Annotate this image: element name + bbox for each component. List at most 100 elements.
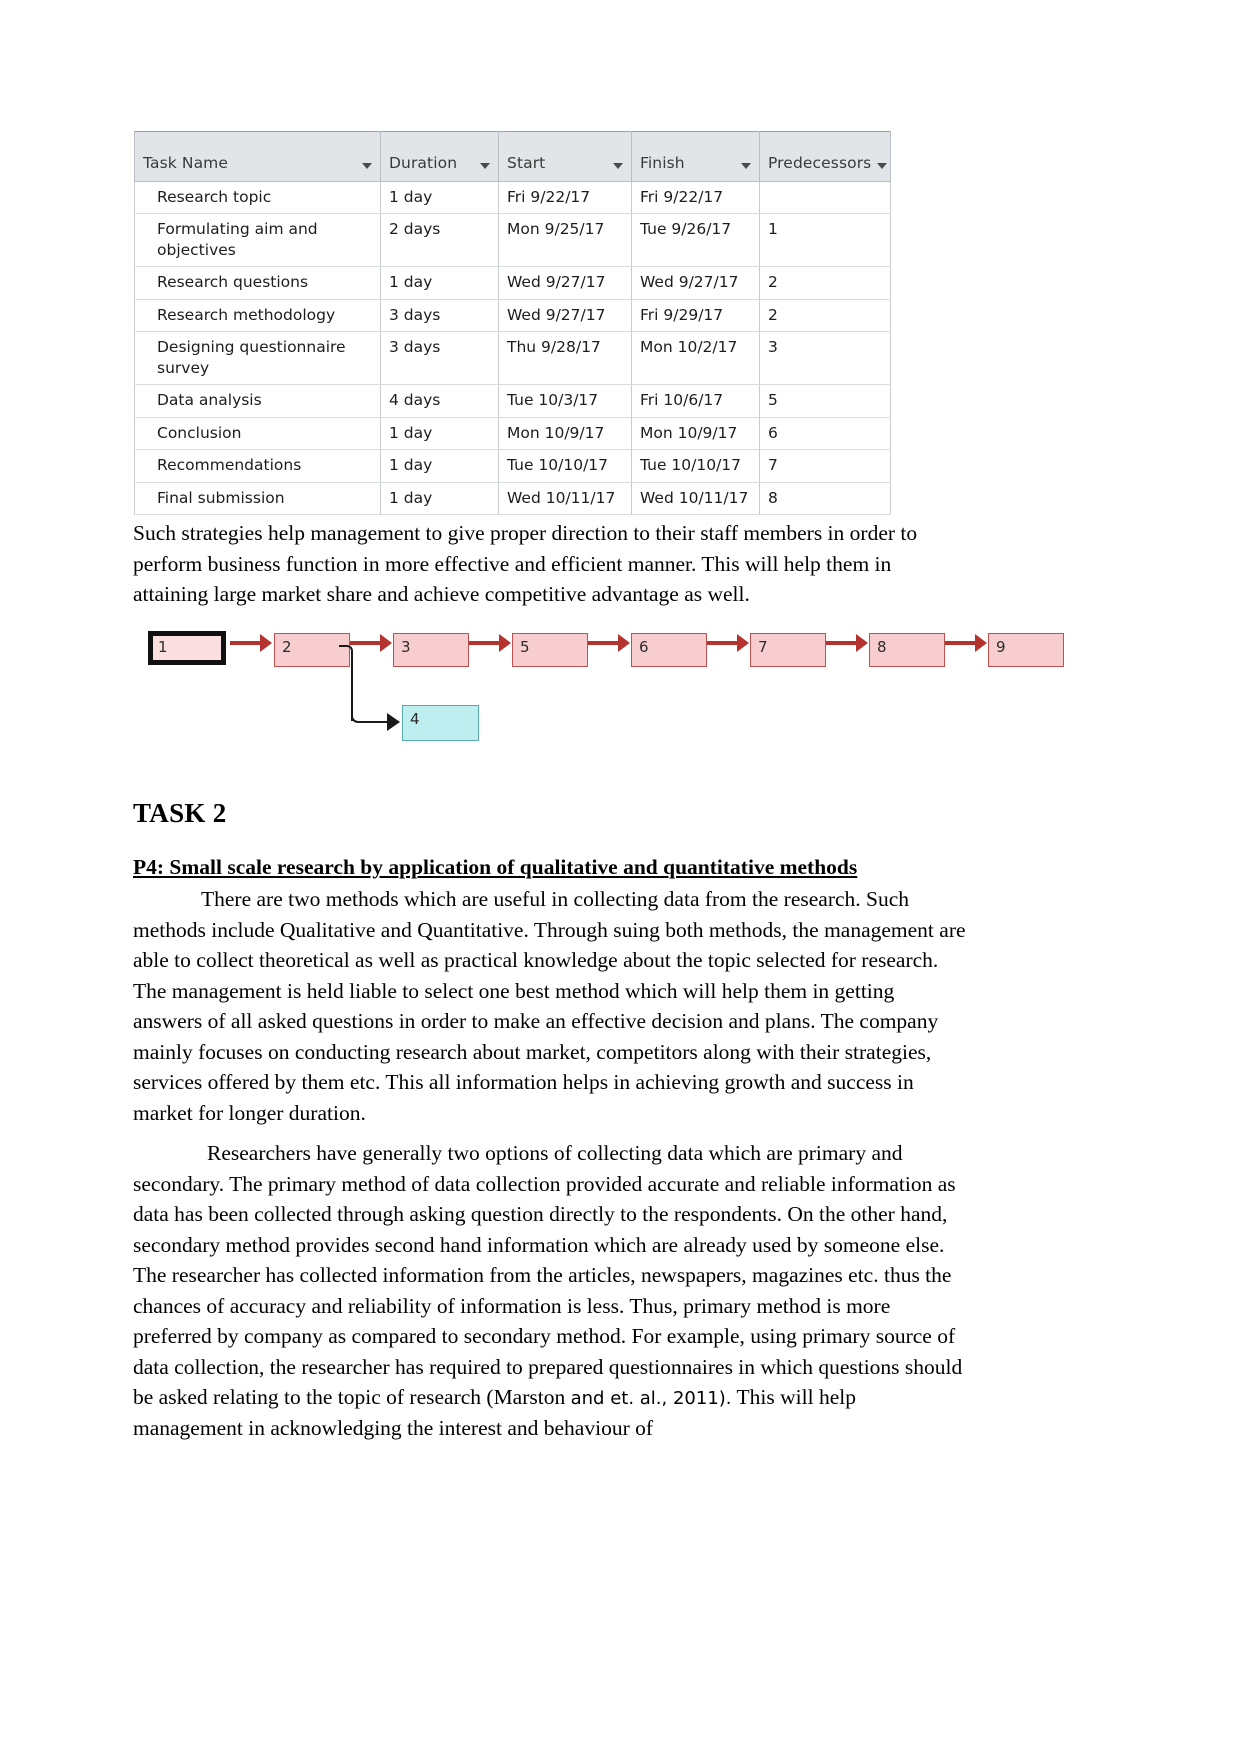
network-node-1[interactable]: 1 [148, 631, 226, 665]
heading-p4: P4: Small scale research by application … [133, 855, 858, 879]
network-node-label: 2 [282, 638, 292, 656]
cell-task-name: Recommendations [134, 449, 381, 483]
column-label-task-name: Task Name [143, 154, 229, 172]
table-row[interactable]: Data analysis 4 days Tue 10/3/17 Fri 10/… [134, 384, 891, 418]
network-node-7[interactable]: 7 [750, 633, 826, 667]
network-node-label: 8 [877, 638, 887, 656]
cell-start: Thu 9/28/17 [498, 331, 632, 386]
cell-finish: Fri 9/29/17 [631, 298, 760, 333]
column-label-start: Start [507, 154, 546, 172]
table-header: Task Name Duration Start Finish Predeces… [134, 131, 891, 182]
network-node-label: 7 [758, 638, 768, 656]
column-header-task-name[interactable]: Task Name [134, 131, 381, 182]
sort-caret-icon[interactable] [480, 163, 490, 169]
table-row[interactable]: Formulating aim and objectives 2 days Mo… [134, 213, 891, 268]
column-label-finish: Finish [640, 154, 685, 172]
column-label-duration: Duration [389, 154, 458, 172]
table-row[interactable]: Research questions 1 day Wed 9/27/17 Wed… [134, 266, 891, 300]
table-row[interactable]: Conclusion 1 day Mon 10/9/17 Mon 10/9/17… [134, 416, 891, 451]
column-header-duration[interactable]: Duration [380, 131, 499, 182]
table-header-row: Task Name Duration Start Finish Predeces… [134, 131, 891, 182]
task-table: Task Name Duration Start Finish Predeces… [134, 131, 891, 515]
network-arrow-8-9 [945, 634, 987, 652]
table-row[interactable]: Research topic 1 day Fri 9/22/17 Fri 9/2… [134, 180, 891, 215]
cell-predecessors: 1 [759, 213, 891, 268]
network-node-9[interactable]: 9 [988, 633, 1064, 667]
cell-predecessors: 7 [759, 449, 891, 483]
network-diagram: 1 2 3 5 6 7 8 9 4 [134, 625, 1064, 750]
sort-caret-icon[interactable] [613, 163, 623, 169]
cell-start: Mon 10/9/17 [498, 416, 632, 451]
table-body: Research topic 1 day Fri 9/22/17 Fri 9/2… [134, 180, 891, 515]
cell-start: Mon 9/25/17 [498, 213, 632, 268]
sort-caret-icon[interactable] [362, 163, 372, 169]
cell-finish: Fri 9/22/17 [631, 180, 760, 215]
cell-duration: 4 days [380, 384, 499, 418]
cell-finish: Mon 10/2/17 [631, 331, 760, 386]
network-node-5[interactable]: 5 [512, 633, 588, 667]
network-node-label: 5 [520, 638, 530, 656]
cell-task-name: Conclusion [134, 416, 381, 451]
cell-duration: 1 day [380, 266, 499, 300]
cell-task-name: Data analysis [134, 384, 381, 418]
paragraph-methods: There are two methods which are useful i… [133, 887, 966, 1125]
cell-start: Fri 9/22/17 [498, 180, 632, 215]
cell-task-name: Research questions [134, 266, 381, 300]
table-row[interactable]: Final submission 1 day Wed 10/11/17 Wed … [134, 481, 891, 515]
cell-predecessors [759, 180, 891, 215]
cell-task-name: Research methodology [134, 298, 381, 333]
cell-task-name: Final submission [134, 481, 381, 515]
cell-predecessors: 2 [759, 298, 891, 333]
cell-finish: Wed 10/11/17 [631, 481, 760, 515]
cell-start: Wed 10/11/17 [498, 481, 632, 515]
network-arrow-1-2 [230, 634, 272, 652]
cell-predecessors: 3 [759, 331, 891, 386]
cell-duration: 3 days [380, 298, 499, 333]
network-node-3[interactable]: 3 [393, 633, 469, 667]
cell-task-name: Designing questionnaire survey [134, 331, 381, 386]
cell-duration: 1 day [380, 481, 499, 515]
network-node-label: 4 [410, 710, 420, 728]
column-header-predecessors[interactable]: Predecessors [759, 131, 891, 182]
cell-finish: Tue 9/26/17 [631, 213, 760, 268]
cell-task-name: Research topic [134, 180, 381, 215]
network-arrow-2-3 [350, 634, 392, 652]
table-row[interactable]: Designing questionnaire survey 3 days Th… [134, 331, 891, 386]
column-header-finish[interactable]: Finish [631, 131, 760, 182]
network-arrow-3-5 [469, 634, 511, 652]
table-row[interactable]: Research methodology 3 days Wed 9/27/17 … [134, 298, 891, 333]
citation-marston: and et. al., 2011). [570, 1388, 732, 1410]
cell-finish: Tue 10/10/17 [631, 449, 760, 483]
cell-start: Tue 10/3/17 [498, 384, 632, 418]
paragraph-primary-secondary-main: Researchers have generally two options o… [133, 1141, 963, 1410]
network-arrow-5-6 [588, 634, 630, 652]
cell-start: Wed 9/27/17 [498, 266, 632, 300]
network-arrow-6-7 [707, 634, 749, 652]
heading-task-2: TASK 2 [133, 798, 227, 828]
sort-caret-icon[interactable] [741, 163, 751, 169]
cell-finish: Mon 10/9/17 [631, 416, 760, 451]
cell-duration: 1 day [380, 180, 499, 215]
column-header-start[interactable]: Start [498, 131, 632, 182]
cell-duration: 3 days [380, 331, 499, 386]
cell-predecessors: 5 [759, 384, 891, 418]
cell-predecessors: 8 [759, 481, 891, 515]
network-node-label: 6 [639, 638, 649, 656]
cell-finish: Fri 10/6/17 [631, 384, 760, 418]
network-node-4[interactable]: 4 [402, 705, 479, 741]
network-node-6[interactable]: 6 [631, 633, 707, 667]
network-node-8[interactable]: 8 [869, 633, 945, 667]
sort-caret-icon[interactable] [877, 163, 888, 169]
network-node-label: 1 [158, 638, 168, 656]
cell-predecessors: 2 [759, 266, 891, 300]
paragraph-primary-secondary: Researchers have generally two options o… [133, 1138, 968, 1443]
cell-duration: 1 day [380, 449, 499, 483]
network-arrow-7-8 [826, 634, 868, 652]
cell-duration: 1 day [380, 416, 499, 451]
cell-task-name: Formulating aim and objectives [134, 213, 381, 268]
cell-start: Wed 9/27/17 [498, 298, 632, 333]
table-row[interactable]: Recommendations 1 day Tue 10/10/17 Tue 1… [134, 449, 891, 483]
cell-duration: 2 days [380, 213, 499, 268]
network-node-label: 3 [401, 638, 411, 656]
cell-finish: Wed 9/27/17 [631, 266, 760, 300]
